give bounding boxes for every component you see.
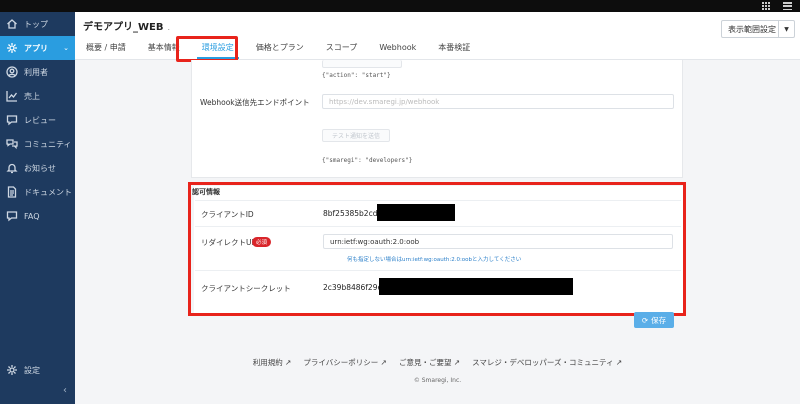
save-button[interactable]: ⟳ 保存	[634, 312, 674, 328]
redirect-hint: 何も指定しない場合はurn:ietf:wg:oauth:2.0:oobと入力して…	[347, 255, 521, 263]
auth-section-title: 認可情報	[192, 188, 220, 196]
refresh-icon: ⟳	[641, 315, 649, 325]
sidebar-item-label: レビュー	[24, 115, 56, 125]
sidebar-item-label: ドキュメント	[24, 187, 72, 197]
copyright: © Smaregi, Inc.	[413, 377, 462, 384]
redaction-block	[377, 204, 455, 221]
sidebar-item-label: アプリ	[24, 43, 48, 53]
top-bar	[0, 0, 800, 12]
sidebar-item-app[interactable]: アプリ ⌄	[0, 36, 75, 60]
tab-production-check[interactable]: 本番検証	[427, 39, 481, 59]
client-id-label: クライアントID	[201, 210, 254, 219]
webhook-url-input[interactable]: https://dev.smaregi.jp/webhook	[322, 94, 674, 109]
sidebar-item-label: コミュニティ	[24, 139, 72, 149]
tab-bar: 概要 / 申請 基本情報 環境設定 価格とプラン スコープ Webhook 本番…	[75, 39, 481, 59]
sidebar-item-review[interactable]: レビュー	[0, 108, 75, 132]
environment-card: {"action": "start"} Webhook送信先エンドポイント ht…	[191, 60, 683, 178]
action-code: {"action": "start"}	[322, 72, 391, 79]
sidebar-item-label: 設定	[24, 365, 40, 375]
apps-grid-icon[interactable]	[762, 2, 770, 10]
scope-select[interactable]: 表示範囲設定 ▼	[721, 20, 795, 38]
footer-link-terms[interactable]: 利用規約 ↗	[253, 357, 292, 368]
divider	[195, 200, 681, 201]
sidebar-item-users[interactable]: 利用者	[0, 60, 75, 84]
sidebar-item-settings[interactable]: 設定	[0, 358, 75, 382]
page-header: デモアプリ_WEB. 表示範囲設定 ▼ 概要 / 申請 基本情報 環境設定 価格…	[75, 12, 800, 62]
client-secret-value: 2c39b8486f29e1	[323, 283, 387, 292]
sidebar-item-label: 売上	[24, 91, 40, 101]
bell-icon	[6, 162, 18, 174]
sidebar-item-sales[interactable]: 売上	[0, 84, 75, 108]
tab-pricing[interactable]: 価格とプラン	[245, 39, 315, 59]
footer-links: 利用規約 ↗ プライバシーポリシー ↗ ご意見・ご要望 ↗ スマレジ・デベロッパ…	[75, 357, 800, 368]
caret-down-icon: ▼	[778, 21, 794, 37]
faq-icon	[6, 210, 18, 222]
redirect-uri-input[interactable]: urn:ietf:wg:oauth:2.0:oob	[323, 234, 673, 249]
review-icon	[6, 114, 18, 126]
home-icon	[6, 18, 18, 30]
sidebar-item-docs[interactable]: ドキュメント	[0, 180, 75, 204]
menu-icon[interactable]	[783, 2, 792, 10]
tab-overview[interactable]: 概要 / 申請	[75, 39, 137, 59]
required-badge: 必須	[252, 237, 272, 247]
app-title-text: デモアプリ_WEB	[83, 22, 164, 33]
redaction-block	[379, 278, 573, 295]
sidebar-collapse-button[interactable]: ‹	[0, 385, 75, 396]
webhook-label: Webhook送信先エンドポイント	[200, 98, 310, 107]
main-content: デモアプリ_WEB. 表示範囲設定 ▼ 概要 / 申請 基本情報 環境設定 価格…	[75, 12, 800, 404]
sidebar-item-label: FAQ	[24, 211, 40, 221]
divider	[195, 226, 681, 227]
sidebar-item-label: 利用者	[24, 67, 48, 77]
tab-scope[interactable]: スコープ	[315, 39, 369, 59]
gear-icon	[6, 42, 18, 54]
footer-link-privacy[interactable]: プライバシーポリシー ↗	[303, 357, 387, 368]
chevron-down-icon: ⌄	[63, 44, 69, 52]
test-notify-button[interactable]: テスト通知を送信	[322, 129, 390, 142]
app-title-suffix: .	[167, 23, 171, 32]
chart-icon	[6, 90, 18, 102]
sidebar-item-top[interactable]: トップ	[0, 12, 75, 36]
user-icon	[6, 66, 18, 78]
document-icon	[6, 186, 18, 198]
community-icon	[6, 138, 18, 150]
divider	[195, 270, 681, 271]
tab-webhook[interactable]: Webhook	[368, 39, 427, 59]
sidebar-item-news[interactable]: お知らせ	[0, 156, 75, 180]
sidebar-item-community[interactable]: コミュニティ	[0, 132, 75, 156]
gear-icon	[6, 364, 18, 376]
footer-link-community[interactable]: スマレジ・デベロッパーズ・コミュニティ ↗	[472, 357, 622, 368]
sidebar-item-faq[interactable]: FAQ	[0, 204, 75, 228]
sidebar-item-label: お知らせ	[24, 163, 56, 173]
scope-select-label: 表示範囲設定	[728, 24, 776, 34]
sample-json: {"smaregi": "developers"}	[322, 157, 413, 164]
save-button-label: 保存	[651, 315, 667, 325]
page-title: デモアプリ_WEB.	[83, 18, 170, 33]
sidebar: トップ アプリ ⌄ 利用者 売上 レビュー コミュニティ お知らせ ドキュメント…	[0, 12, 75, 404]
footer-link-feedback[interactable]: ご意見・ご要望 ↗	[399, 357, 460, 368]
sidebar-item-label: トップ	[24, 19, 48, 29]
auth-highlight-box	[188, 182, 686, 316]
redirect-uri-label: リダイレクトURI	[201, 238, 259, 247]
client-secret-label: クライアントシークレット	[201, 284, 291, 293]
tab-highlight-box	[176, 36, 238, 62]
faint-button-top	[322, 60, 402, 68]
redirect-hint-link[interactable]: 何も指定しない場合はurn:ietf:wg:oauth:2.0:oobと入力して…	[347, 257, 521, 263]
